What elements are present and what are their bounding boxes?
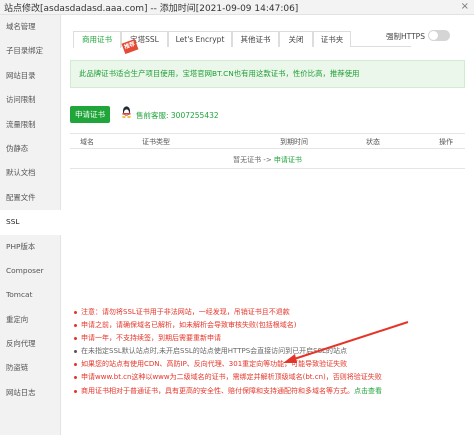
sidebar-item-site-dir[interactable]: 网站目录 — [0, 64, 60, 88]
force-https-toggle[interactable] — [428, 30, 450, 41]
sidebar-item-proxy[interactable]: 反向代理 — [0, 332, 60, 356]
col-cert-type: 证书类型 — [142, 138, 170, 146]
sidebar-item-composer[interactable]: Composer — [0, 259, 60, 283]
sidebar: 域名管理 子目录绑定 网站目录 访问限制 流量限制 伪静态 默认文档 配置文件 … — [0, 15, 61, 435]
tab-other-cert[interactable]: 其他证书 — [232, 31, 279, 47]
force-https-label: 强制HTTPS — [386, 32, 425, 41]
cert-table: 域名 证书类型 到期时间 状态 操作 暂无证书 -> 申请证书 — [70, 133, 465, 169]
empty-message: 暂无证书 -> 申请证书 — [70, 155, 465, 165]
tip-item: 如果您的站点有使用CDN、高防IP、反向代理、301重定向等功能，可能导致验证失… — [73, 358, 468, 371]
window-titlebar: 站点修改[asdasdadasd.aaa.com] -- 添加时间[2021-0… — [0, 0, 474, 15]
tip-item: 申请一年，不支持续签，到期后需要重新申请 — [73, 332, 468, 345]
tip-item: 注意：请勿将SSL证书用于非法网站，一经发现，吊销证书且不退款 — [73, 306, 468, 319]
sidebar-item-redirect[interactable]: 重定向 — [0, 308, 60, 332]
sidebar-item-traffic[interactable]: 流量限制 — [0, 113, 60, 137]
sidebar-item-ssl[interactable]: SSL — [0, 210, 61, 235]
empty-prefix: 暂无证书 -> — [233, 156, 274, 164]
sidebar-item-hotlink[interactable]: 防盗链 — [0, 356, 60, 380]
sidebar-item-config[interactable]: 配置文件 — [0, 186, 60, 210]
apply-cert-button[interactable]: 申请证书 — [70, 106, 110, 123]
apply-cert-link[interactable]: 申请证书 — [274, 156, 302, 164]
tip-item: 商用证书相对于普通证书，具有更高的安全性、赔付保障和支持通配符和多域名等方式。点… — [73, 385, 468, 398]
sidebar-item-subdir[interactable]: 子目录绑定 — [0, 39, 60, 63]
sidebar-item-php[interactable]: PHP版本 — [0, 235, 60, 259]
sidebar-item-access[interactable]: 访问限制 — [0, 88, 60, 112]
sidebar-item-rewrite[interactable]: 伪静态 — [0, 137, 60, 161]
view-details-link[interactable]: 点击查看 — [354, 387, 382, 395]
tip-item: 申请www.bt.cn这种以www为二级域名的证书，需绑定并解析顶级域名(bt.… — [73, 371, 468, 384]
ssl-panel: 商用证书 宝塔SSL Let's Encrypt 其他证书 关闭 证书夹 推荐 … — [61, 15, 474, 435]
tips-list: 注意：请勿将SSL证书用于非法网站，一经发现，吊销证书且不退款 申请之前，请确保… — [73, 306, 468, 398]
presales-support: 售前客服: 3007255432 — [136, 111, 219, 120]
toggle-knob — [429, 31, 438, 40]
ssl-tabs: 商用证书 宝塔SSL Let's Encrypt 其他证书 关闭 证书夹 推荐 — [73, 31, 411, 55]
tab-cert-folder[interactable]: 证书夹 — [313, 31, 351, 47]
table-empty-row: 暂无证书 -> 申请证书 — [70, 149, 465, 169]
tab-close[interactable]: 关闭 — [279, 31, 313, 47]
sidebar-item-domain[interactable]: 域名管理 — [0, 15, 60, 39]
sidebar-item-logs[interactable]: 网站日志 — [0, 381, 60, 405]
tip-text: 商用证书相对于普通证书，具有更高的安全性、赔付保障和支持通配符和多域名等方式。 — [81, 386, 354, 395]
tip-item: 在未指定SSL默认站点时,未开启SSL的站点使用HTTPS会直接访问到已开启SS… — [73, 345, 468, 358]
col-domain: 域名 — [80, 138, 94, 146]
col-status: 状态 — [366, 138, 380, 146]
tab-lets-encrypt[interactable]: Let's Encrypt — [168, 31, 232, 47]
tip-item: 申请之前，请确保域名已解析，如未解析会导致审核失败(包括根域名) — [73, 319, 468, 332]
sidebar-item-tomcat[interactable]: Tomcat — [0, 283, 60, 307]
recommend-notice: 此品牌证书适合生产项目使用，宝塔官网BT.CN也有用这款证书，性价比高，推荐使用 — [70, 60, 465, 88]
window-title: 站点修改[asdasdadasd.aaa.com] -- 添加时间[2021-0… — [4, 4, 299, 14]
qq-icon[interactable] — [121, 106, 132, 118]
col-expire: 到期时间 — [280, 138, 308, 146]
table-header: 域名 证书类型 到期时间 状态 操作 — [70, 133, 465, 149]
sidebar-item-default-doc[interactable]: 默认文档 — [0, 161, 60, 185]
close-icon[interactable]: × — [461, 1, 469, 12]
col-action: 操作 — [439, 138, 453, 146]
tab-commercial-cert[interactable]: 商用证书 — [73, 31, 121, 48]
